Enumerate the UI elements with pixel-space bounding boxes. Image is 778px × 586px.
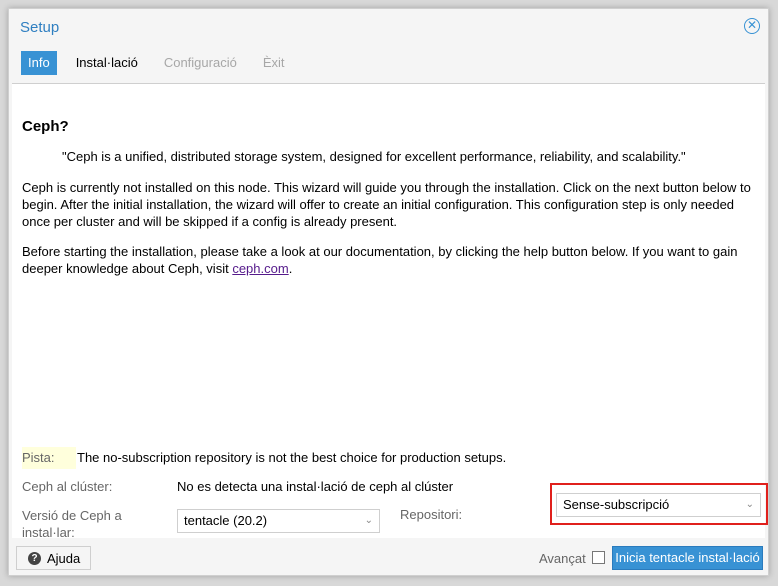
question-icon: ? — [28, 551, 41, 565]
info-heading: Ceph? — [22, 118, 69, 135]
start-install-button[interactable]: Inicia tentacle instal·lació — [612, 546, 763, 570]
repository-highlight: Sense-subscripció ⌄ — [550, 483, 768, 525]
tab-success: Èxit — [262, 55, 285, 70]
repository-select[interactable]: Sense-subscripció ⌄ — [556, 493, 761, 517]
documentation-note: Before starting the installation, please… — [22, 243, 757, 277]
version-label: Versió de Ceph a instal·lar: — [22, 508, 122, 540]
version-select[interactable]: tentacle (20.2) ⌄ — [177, 509, 380, 533]
help-button[interactable]: ? Ajuda — [16, 546, 91, 570]
documentation-suffix: . — [288, 261, 293, 276]
documentation-text: Before starting the installation, please… — [22, 244, 738, 276]
repository-select-value: Sense-subscripció — [563, 497, 670, 512]
chevron-down-icon: ⌄ — [745, 499, 754, 510]
title-bar: Setup ✕ — [9, 9, 768, 47]
tab-configuration: Configuració — [163, 55, 237, 70]
dialog-title: Setup — [20, 19, 60, 36]
close-icon[interactable]: ✕ — [744, 18, 760, 34]
chevron-down-icon: ⌄ — [364, 515, 373, 526]
tab-installation[interactable]: Instal·lació — [69, 51, 145, 75]
help-button-label: Ajuda — [47, 550, 81, 566]
hint-text: The no-subscription repository is not th… — [77, 450, 507, 465]
tab-info[interactable]: Info — [21, 51, 57, 75]
repository-label: Repositori: — [400, 507, 463, 522]
advanced-checkbox[interactable] — [592, 551, 605, 564]
install-description: Ceph is currently not installed on this … — [22, 180, 751, 229]
version-select-value: tentacle (20.2) — [184, 513, 268, 528]
info-panel: Ceph? "Ceph is a unified, distributed st… — [12, 83, 765, 540]
cluster-status-value: No es detecta una instal·lació de ceph a… — [177, 479, 454, 494]
hint-label: Pista: — [22, 447, 76, 469]
ceph-link[interactable]: ceph.com — [232, 261, 288, 276]
setup-dialog: Setup ✕ Info Instal·lació Configuració È… — [8, 8, 769, 576]
dialog-footer: ? Ajuda Avançat Inicia tentacle instal·l… — [9, 541, 768, 575]
cluster-label: Ceph al clúster: — [22, 479, 113, 494]
wizard-tabs: Info Instal·lació Configuració Èxit — [21, 51, 304, 75]
advanced-label: Avançat — [539, 551, 586, 566]
ceph-quote: "Ceph is a unified, distributed storage … — [62, 149, 686, 164]
